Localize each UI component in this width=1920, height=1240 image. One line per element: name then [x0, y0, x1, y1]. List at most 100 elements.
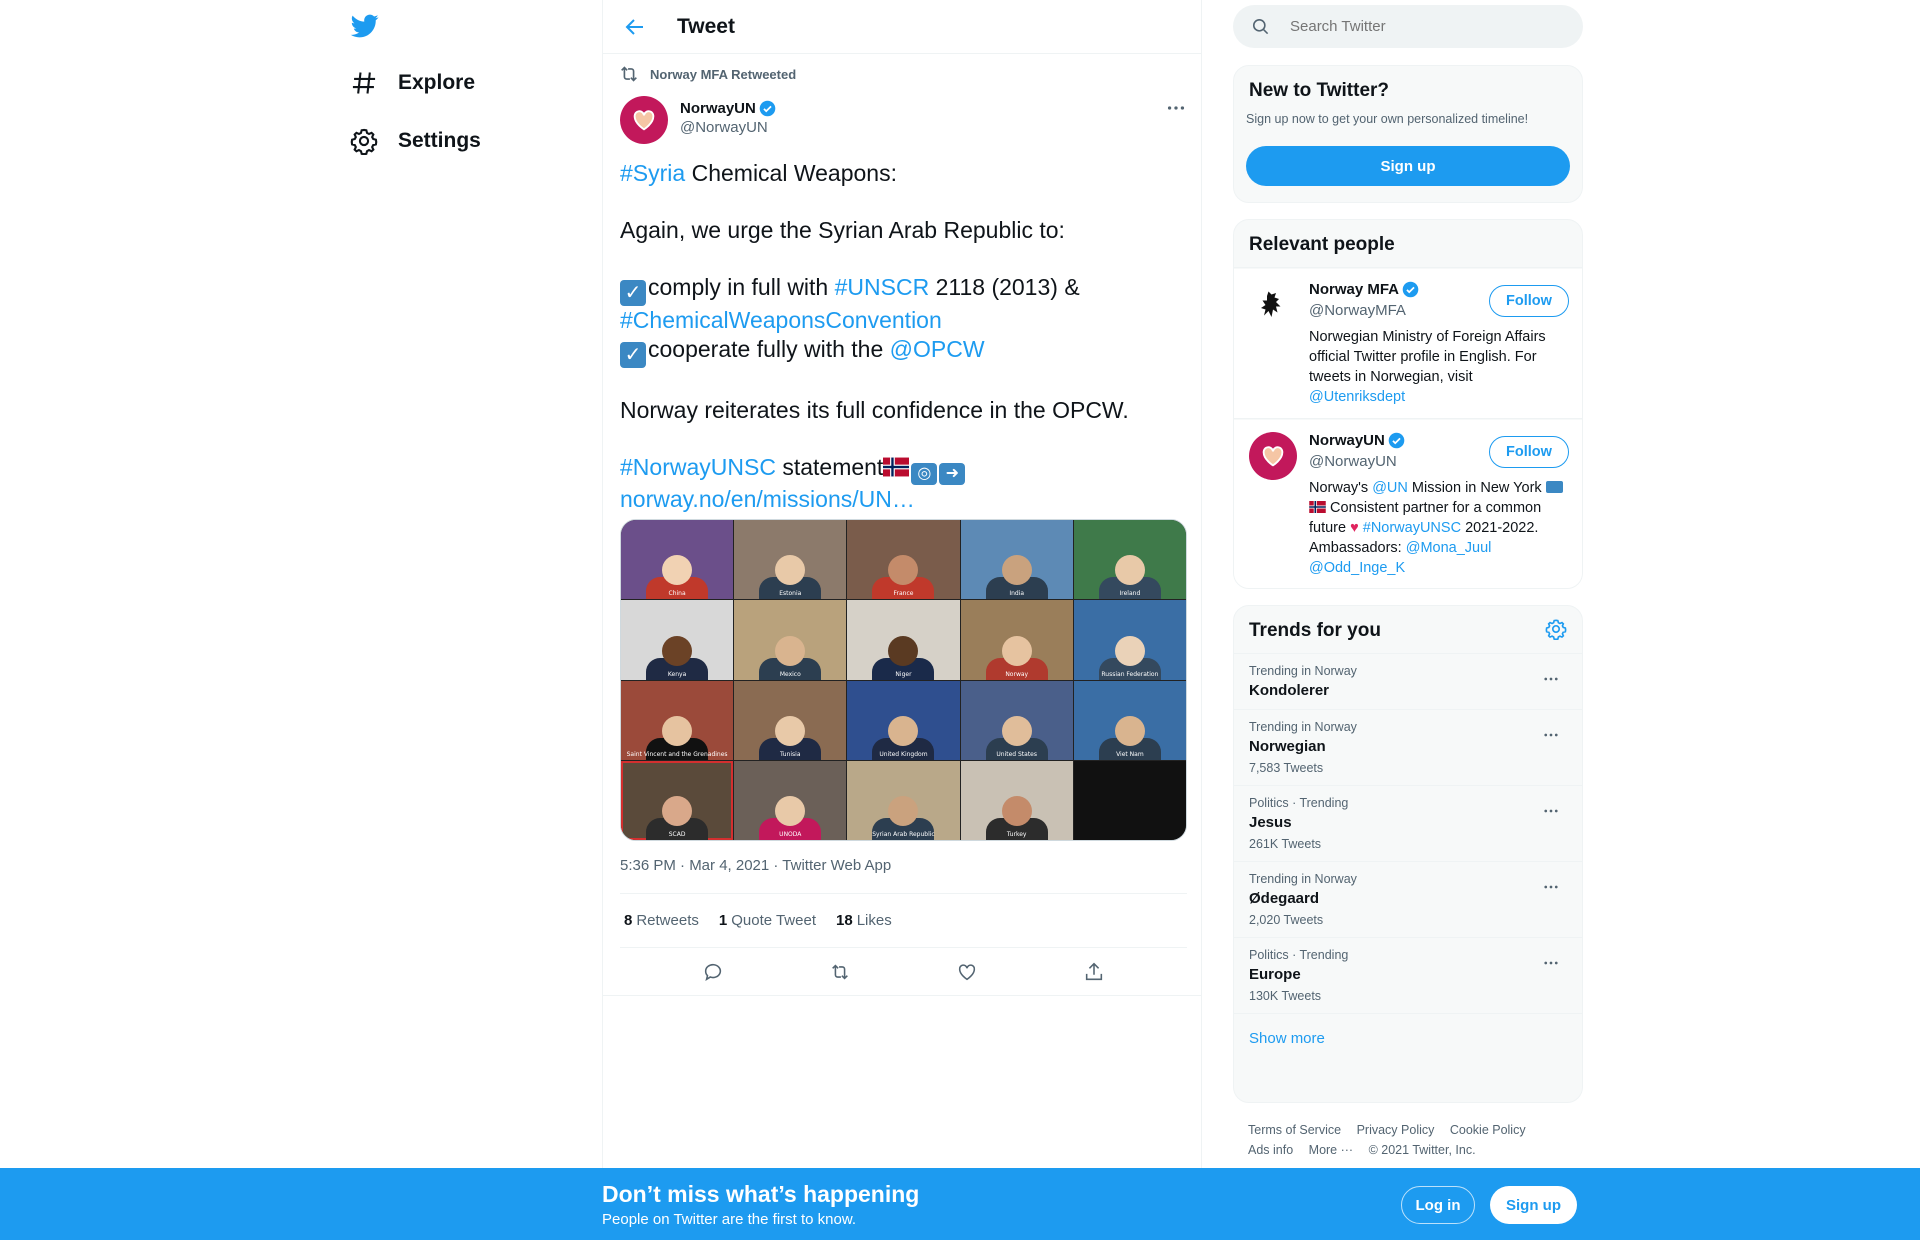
footer-terms-link[interactable]: Terms of Service	[1248, 1123, 1341, 1137]
likes-stat[interactable]: 18 Likes	[836, 912, 892, 929]
video-tile-caption: Ireland	[1119, 590, 1141, 598]
trend-item[interactable]: Trending in Norway Kondolerer	[1234, 654, 1582, 710]
page-title: Tweet	[677, 14, 735, 38]
tweet-text: #Syria Chemical Weapons: Again, we urge …	[620, 159, 1180, 514]
video-tile-caption: Saint Vincent and the Grenadines	[626, 750, 728, 758]
video-tile-caption: China	[668, 590, 686, 598]
trend-context: Trending in Norway	[1249, 664, 1357, 678]
tweet-actions	[620, 948, 1187, 996]
retweet-icon[interactable]	[829, 961, 851, 983]
hashtag-syria[interactable]: #Syria	[620, 160, 685, 186]
back-arrow-icon[interactable]	[623, 15, 647, 39]
person-name[interactable]: NorwayUN	[1309, 432, 1385, 449]
banner-title: Don’t miss what’s happening	[602, 1181, 920, 1207]
checkmark-icon: ✓	[620, 341, 646, 368]
tweet-text-segment: Norway reiterates its full confidence in…	[620, 397, 1129, 423]
un-flag-icon	[1545, 481, 1563, 493]
avatar[interactable]	[1249, 432, 1297, 480]
share-icon[interactable]	[1083, 961, 1105, 983]
footer-ads-info-link[interactable]: Ads info	[1248, 1143, 1293, 1157]
tweet-text-segment: cooperate fully with the	[648, 335, 890, 362]
person-norwayun[interactable]: NorwayUN @NorwayUN Norway's @UN Mission …	[1234, 420, 1582, 588]
avatar[interactable]	[620, 96, 668, 144]
author-name[interactable]: NorwayUN	[680, 100, 756, 117]
nav-explore[interactable]: Explore	[350, 63, 475, 103]
video-tile: India	[960, 520, 1073, 600]
tweet-timestamp[interactable]: 5:36 PM · Mar 4, 2021 · Twitter Web App	[620, 857, 891, 874]
norway-flag-icon	[883, 457, 910, 477]
more-options-icon[interactable]	[1542, 878, 1560, 896]
more-options-icon[interactable]	[1165, 97, 1187, 119]
more-options-icon[interactable]	[1542, 726, 1560, 744]
trend-item[interactable]: Politics · Trending Europe 130K Tweets	[1234, 938, 1582, 1014]
mention-opcw[interactable]: @OPCW	[890, 336, 985, 362]
footer-copyright: © 2021 Twitter, Inc.	[1368, 1143, 1476, 1157]
retweets-stat[interactable]: 8 Retweets	[624, 912, 699, 929]
tweet-media-video-grid[interactable]: 5 ChinaEstoniaFranceIndiaIrelandKenyaMex…	[620, 519, 1187, 841]
footer-privacy-link[interactable]: Privacy Policy	[1357, 1123, 1435, 1137]
divider	[603, 995, 1201, 996]
log-in-button[interactable]: Log in	[1401, 1186, 1475, 1224]
author-handle[interactable]: @NorwayUN	[680, 119, 776, 136]
trend-name: Norwegian	[1249, 738, 1326, 755]
video-tile-caption: Mexico	[779, 670, 801, 678]
tweet-link[interactable]: norway.no/en/missions/UN…	[620, 486, 915, 512]
follow-button[interactable]: Follow	[1489, 436, 1569, 468]
video-tile-caption: United Kingdom	[879, 750, 928, 758]
more-options-icon[interactable]	[1542, 802, 1560, 820]
search-bar[interactable]	[1233, 5, 1583, 48]
retweets-label: Retweets	[636, 912, 699, 929]
trend-item[interactable]: Trending in Norway Norwegian 7,583 Tweets	[1234, 710, 1582, 786]
footer-more-link[interactable]: More ···	[1309, 1143, 1353, 1157]
mention-odd-inge-k[interactable]: @Odd_Inge_K	[1309, 560, 1405, 576]
like-heart-icon[interactable]	[956, 961, 978, 983]
video-tile	[1073, 760, 1186, 840]
trends-settings-gear-icon[interactable]	[1545, 618, 1567, 640]
hashtag-icon	[350, 69, 378, 97]
more-options-icon[interactable]	[1542, 954, 1560, 972]
follow-button[interactable]: Follow	[1489, 285, 1569, 317]
video-tile: SCAD	[621, 760, 734, 840]
video-tile: UNODA	[734, 760, 847, 840]
hashtag-unscr[interactable]: #UNSCR	[835, 274, 930, 300]
twitter-logo-icon[interactable]	[349, 12, 381, 40]
norway-coat-of-arms-avatar[interactable]	[1249, 281, 1297, 329]
tweet-author[interactable]: NorwayUN @NorwayUN	[620, 96, 776, 144]
mention-mona-juul[interactable]: @Mona_Juul	[1406, 540, 1492, 556]
video-tile: France	[847, 520, 960, 600]
show-more-link[interactable]: Show more	[1234, 1014, 1582, 1063]
trend-item[interactable]: Politics · Trending Jesus 261K Tweets	[1234, 786, 1582, 862]
video-tile: United Kingdom	[847, 680, 960, 760]
participant-head	[1001, 555, 1032, 586]
footer-cookie-link[interactable]: Cookie Policy	[1450, 1123, 1526, 1137]
participant-head	[775, 635, 806, 666]
hashtag-norwayunsc[interactable]: #NorwayUNSC	[620, 454, 776, 480]
nav-settings[interactable]: Settings	[350, 121, 481, 161]
banner-sign-up-button[interactable]: Sign up	[1490, 1186, 1577, 1224]
trends-title: Trends for you	[1234, 606, 1582, 654]
reply-icon[interactable]	[702, 961, 724, 983]
trend-name: Europe	[1249, 966, 1301, 983]
trend-item[interactable]: Trending in Norway Ødegaard 2,020 Tweets	[1234, 862, 1582, 938]
hashtag-norwayunsc[interactable]: #NorwayUNSC	[1363, 520, 1461, 536]
quote-tweets-stat[interactable]: 1 Quote Tweet	[719, 912, 816, 929]
hashtag-cwc[interactable]: #ChemicalWeaponsConvention	[620, 307, 942, 333]
mention-utenriksdept[interactable]: @Utenriksdept	[1309, 389, 1405, 405]
participant-head	[662, 796, 693, 826]
verified-badge-icon	[1402, 281, 1419, 298]
tweet-text-segment: 2118 (2013) &	[929, 274, 1080, 300]
search-input[interactable]	[1290, 18, 1550, 35]
retweet-context[interactable]: Norway MFA Retweeted	[618, 63, 796, 85]
video-tile: Syrian Arab Republic	[847, 760, 960, 840]
login-banner: Don’t miss what’s happening People on Tw…	[0, 1168, 1920, 1240]
video-tile: Kenya	[621, 600, 734, 680]
sign-up-button[interactable]: Sign up	[1246, 146, 1570, 186]
person-norway-mfa[interactable]: Norway MFA @NorwayMFA Norwegian Ministry…	[1234, 269, 1582, 419]
tweet-text-segment: Chemical Weapons:	[685, 160, 897, 186]
more-options-icon[interactable]	[1542, 670, 1560, 688]
video-tile-caption: Russian Federation	[1101, 670, 1159, 678]
trend-tweet-count: 2,020 Tweets	[1249, 913, 1324, 927]
person-name[interactable]: Norway MFA	[1309, 281, 1399, 298]
video-tile-caption: Kenya	[667, 670, 687, 678]
mention-un[interactable]: @UN	[1372, 480, 1408, 496]
